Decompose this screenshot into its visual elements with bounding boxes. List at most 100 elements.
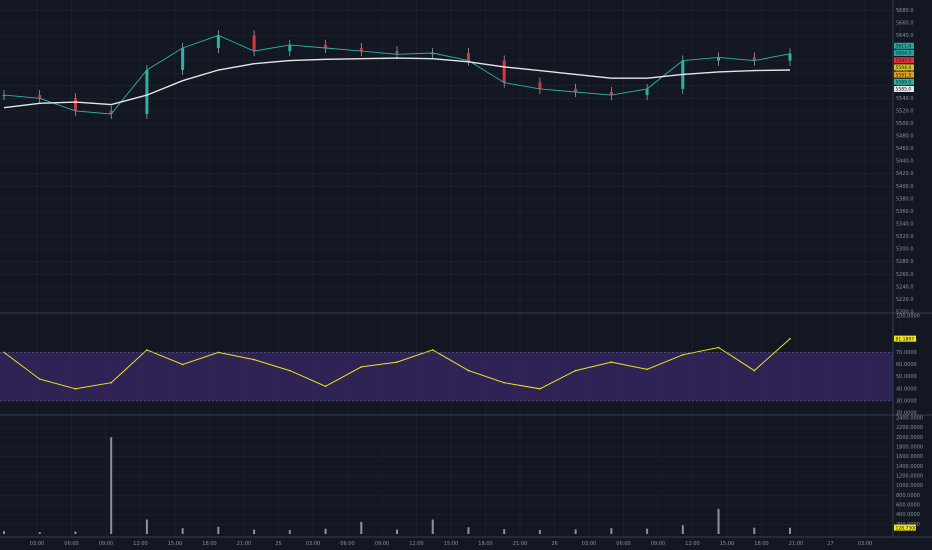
price-tag-label: 5597.0 [896,58,912,64]
volume-tick-label: 2000.0000 [896,435,923,441]
candle-body [252,35,256,52]
volume-bar [646,528,649,534]
candle-body [538,82,542,89]
rsi-point [253,358,255,361]
rsi-band [0,352,893,401]
time-tick-label: 15:00 [444,541,458,547]
rsi-point [539,387,541,390]
volume-bar [181,528,184,534]
rsi-point [753,369,756,372]
rsi-point [110,381,112,384]
volume-bar [610,528,613,534]
rsi-point [38,378,41,380]
price-tick-label: 5240.0 [896,284,914,290]
time-tick-label: 12:00 [133,541,147,547]
grid [0,0,932,550]
time-tick-label: 03:00 [582,541,596,547]
rsi-point [146,349,148,351]
price-tick-label: 5520.0 [896,108,914,114]
volume-tick-label: 1600.0000 [896,454,923,460]
price-tick-label: 5440.0 [896,159,914,165]
volume-tick-label: 1200.0000 [896,474,923,480]
time-tick-label: 06:00 [616,541,630,547]
trading-chart[interactable]: 5680.05660.05640.05620.05600.05580.05560… [0,0,932,550]
rsi-tick-label: 60.0000 [896,362,917,368]
rsi-point [503,381,505,384]
price-tick-label: 5680.0 [896,8,914,14]
volume-tick-label: 1000.0000 [896,483,923,489]
time-tick-label: 15:00 [168,541,182,547]
price-tick-label: 5460.0 [896,146,914,152]
price-tick-label: 5500.0 [896,121,914,127]
rsi-tick-label: 50.0000 [896,374,917,380]
price-tag-label: 5591.5 [896,72,912,78]
chart-canvas[interactable]: 5680.05660.05640.05620.05600.05580.05560… [0,0,932,550]
rsi-point [360,366,363,368]
time-tick-label: 06:00 [340,541,354,547]
candle-body [645,88,649,96]
time-tick-label: 25 [275,541,281,547]
volume-tick-label: 800.0000 [896,493,920,499]
volume-value-label: 128.7300 [896,525,918,531]
rsi-point [181,363,184,366]
rsi-point [467,369,470,372]
time-tick-label: 03:00 [30,541,44,547]
price-tag-label: 5594.0 [896,65,912,71]
volume-bar [467,527,470,534]
rsi-point [324,385,327,388]
volume-bar [217,526,220,534]
rsi-tick-label: 70.0000 [896,350,917,356]
volume-tick-label: 600.0000 [896,503,920,509]
candle-body [502,60,506,83]
time-tick-label: 15:00 [720,541,734,547]
rsi-point [289,369,291,372]
volume-bar [253,529,256,534]
volume-bar [431,519,434,534]
volume-tick-label: 1800.0000 [896,445,923,451]
volume-bar [753,527,756,534]
time-tick-label: 09:00 [375,541,389,547]
volume-bar [145,519,148,534]
time-tick-label: 09:00 [651,541,665,547]
rsi-point [431,349,434,351]
rsi-value-label: 81.1897 [896,336,915,342]
price-tag-label: 5589.0 [896,80,912,86]
volume-bar [110,437,113,534]
volume-bar [503,529,506,534]
price-tick-label: 5280.0 [896,259,914,265]
price-tick-label: 5480.0 [896,134,914,140]
volume-bar [396,529,398,534]
candle-body [145,70,149,114]
price-tick-label: 5660.0 [896,20,914,26]
rsi-tick-label: 100.0000 [896,314,920,320]
volume-bar [324,528,327,534]
rsi-point [789,338,791,340]
volume-bar [717,508,720,534]
candle-body [788,53,792,61]
candle-body [216,35,220,48]
candle-body [73,98,77,111]
price-tick-label: 5340.0 [896,222,914,228]
rsi-point [610,361,613,363]
background [0,0,932,550]
price-tick-label: 5400.0 [896,184,914,190]
time-tick-label: 18:00 [478,541,492,547]
volume-bar [288,530,291,534]
price-tick-label: 5320.0 [896,234,914,240]
rsi-tick-label: 30.0000 [896,398,917,404]
time-tick-label: 18:00 [754,541,768,547]
time-tick-label: 18:00 [202,541,216,547]
rsi-point [646,368,648,371]
time-tick-label: 21:00 [513,541,527,547]
volume-tick-label: 2200.0000 [896,425,923,431]
time-tick-label: 06:00 [64,541,78,547]
volume-bar [360,521,363,534]
volume-bar [681,525,684,534]
rsi-point [396,361,398,363]
rsi-point [74,387,77,390]
volume-bar [789,527,791,534]
rsi-tick-label: 40.0000 [896,386,917,392]
price-tag-label: 5585.0 [896,87,912,93]
time-tick-label: 03:00 [306,541,320,547]
time-tick-label: 21:00 [237,541,251,547]
